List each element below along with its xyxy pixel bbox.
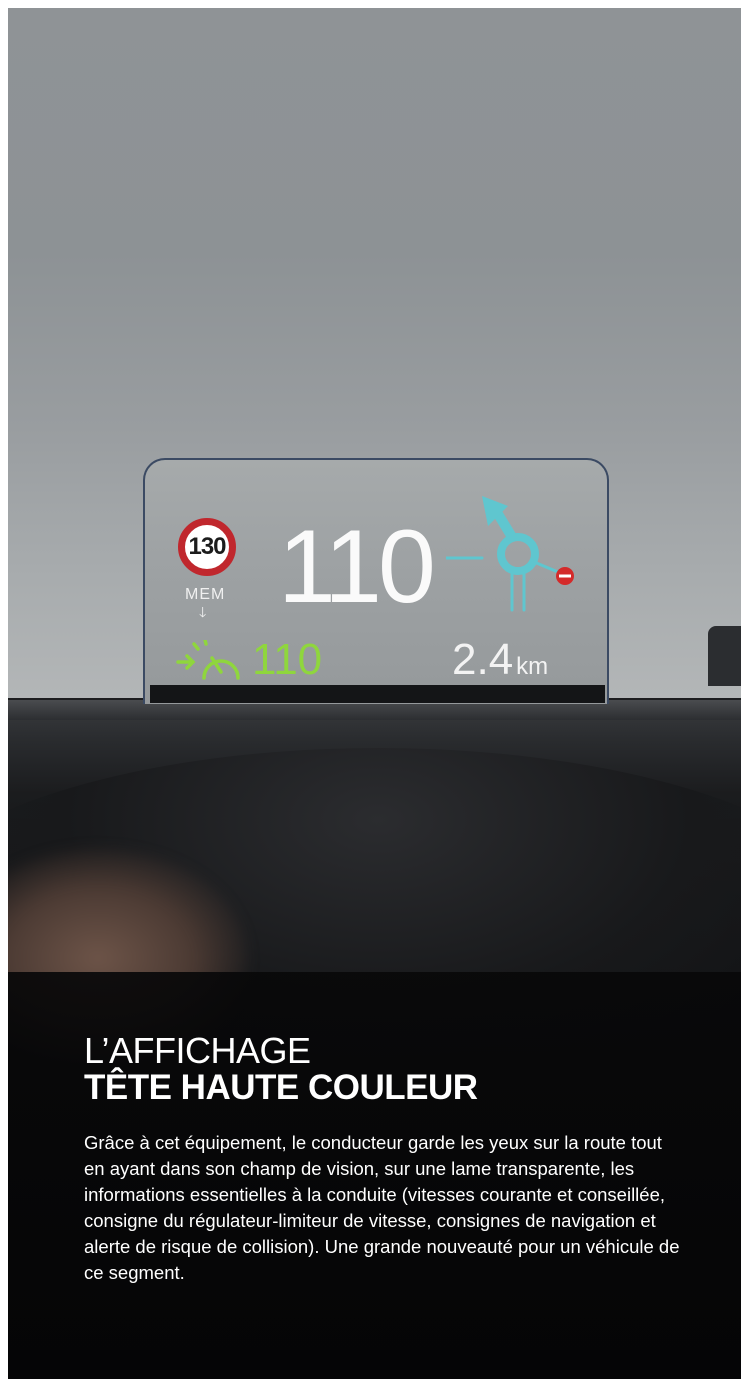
description-paragraph: Grâce à cet équipement, le conducteur ga… xyxy=(84,1132,680,1283)
distance-value: 2.4 xyxy=(452,635,514,684)
speed-limit-sign-icon: 130 xyxy=(178,518,236,576)
current-speed: 110 xyxy=(278,509,436,625)
distance-to-turn: 2.4 km xyxy=(452,638,548,682)
dashboard-vent xyxy=(708,626,741,686)
title-line-2: TÊTE HAUTE COULEUR xyxy=(84,1068,478,1107)
head-up-display-base xyxy=(150,685,605,703)
roundabout-exit-icon xyxy=(446,496,574,612)
no-entry-icon xyxy=(556,567,574,585)
cruise-control-icon xyxy=(176,640,240,680)
cruise-speed: 110 xyxy=(252,635,323,684)
distance-unit: km xyxy=(516,653,549,680)
title-line-1: L’AFFICHAGE xyxy=(84,1030,311,1071)
down-arrow-icon: 🡓 xyxy=(199,604,207,620)
